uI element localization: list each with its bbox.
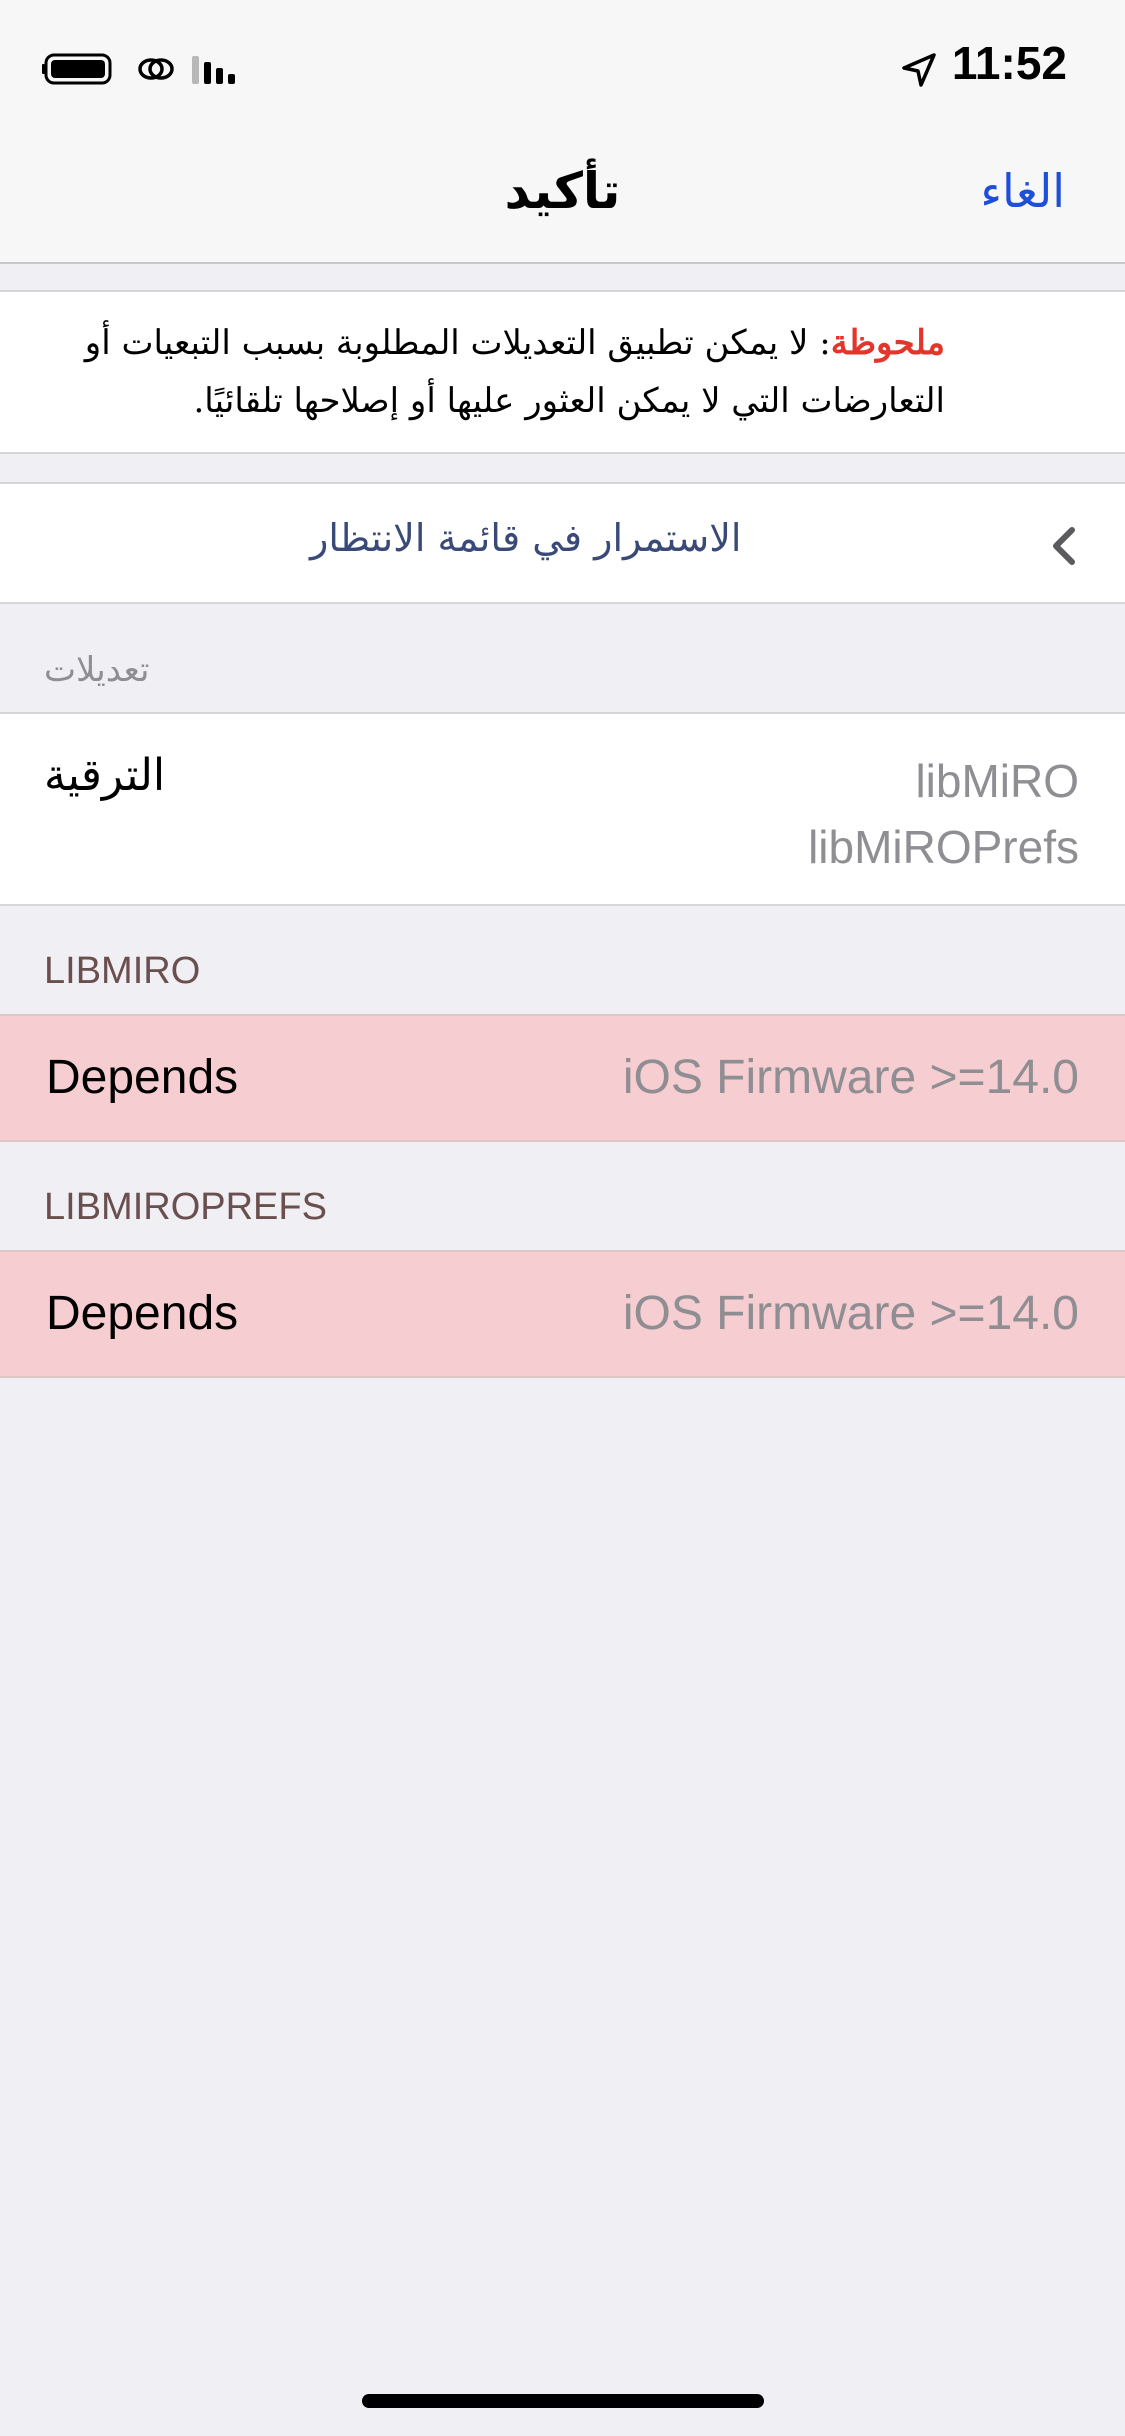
depends-label: Depends (46, 1051, 239, 1104)
battery-icon (42, 53, 112, 85)
chevron-left-icon (1053, 527, 1075, 565)
depends-row-libmiro: Depends iOS Firmware >=14.0 (0, 1014, 1125, 1142)
upgrade-label: الترقية (44, 750, 166, 801)
package-name: libMiRO (915, 755, 1079, 807)
link-icon (138, 58, 174, 80)
package-list: libMiRO libMiROPrefs (808, 748, 1079, 880)
depends-value: iOS Firmware >=14.0 (622, 1287, 1079, 1340)
home-indicator[interactable] (362, 2394, 764, 2408)
page-title: تأكيد (504, 162, 621, 220)
depends-value: iOS Firmware >=14.0 (622, 1051, 1079, 1104)
depends-row-libmiroprefs: Depends iOS Firmware >=14.0 (0, 1250, 1125, 1378)
note-text: ملحوظة: لا يمكن تطبيق التعديلات المطلوبة… (58, 314, 945, 430)
section-header-libmiroprefs: LIBMIROPREFS (44, 1186, 327, 1228)
note-card: ملحوظة: لا يمكن تطبيق التعديلات المطلوبة… (0, 290, 1125, 454)
package-name: libMiROPrefs (808, 821, 1079, 873)
continue-queue-label: الاستمرار في قائمة الانتظار (310, 516, 742, 560)
modifications-row: الترقية libMiRO libMiROPrefs (0, 712, 1125, 906)
modifications-header: تعديلات (44, 650, 150, 690)
note-body: : لا يمكن تطبيق التعديلات المطلوبة بسبب … (84, 323, 945, 421)
note-label: ملحوظة (830, 323, 945, 363)
section-header-libmiro: LIBMIRO (44, 950, 201, 992)
continue-queue-button[interactable]: الاستمرار في قائمة الانتظار (0, 482, 1125, 604)
depends-label: Depends (46, 1287, 239, 1340)
location-icon (902, 53, 936, 87)
status-time: 11:52 (951, 37, 1067, 89)
status-bar: 11:52 (0, 0, 1125, 132)
navigation-bar: تأكيد الغاء (0, 132, 1125, 264)
cancel-button[interactable]: الغاء (980, 164, 1065, 218)
signal-icon (192, 56, 235, 84)
